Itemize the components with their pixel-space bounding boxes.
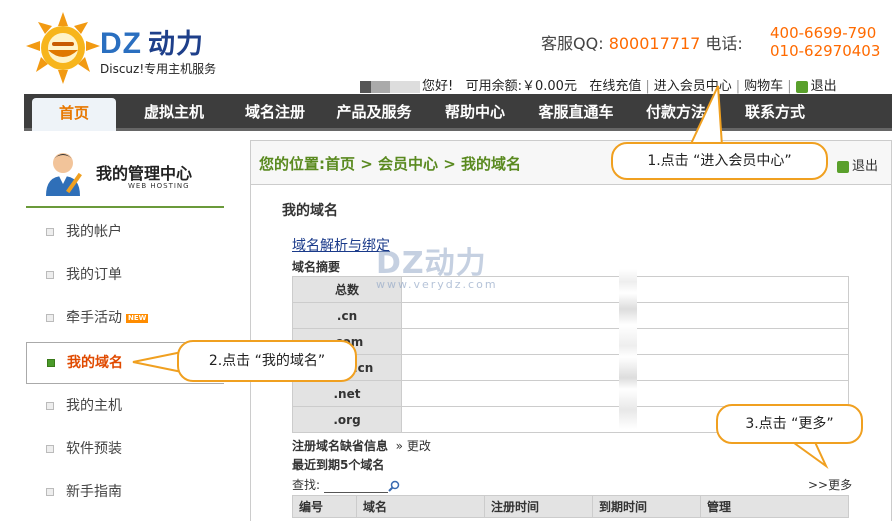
main-panel: 您的位置:首页 > 会员中心 > 我的域名 退出 我的域名 域名解析与绑定 域名… [250,140,892,521]
redacted-values [619,269,637,429]
qq-number: 800017717 [608,34,701,53]
summary-label: 域名摘要 [292,260,341,274]
brand-name[interactable]: DZ 动力 [100,22,204,61]
table-header-row: 编号 域名 注册时间 到期时间 管理 [292,495,849,518]
more-link[interactable]: >>更多 [808,476,852,493]
user-bar: 您好! 可用余额:￥0.00元 在线充值 | 进入会员中心 | 购物车 | 退出 [360,75,837,94]
link-cart[interactable]: 购物车 [744,79,783,94]
watermark-text: DZ动力 [376,246,487,281]
callout-step-1: 1.点击 “进入会员中心” [611,142,828,180]
bullet-icon [46,488,54,496]
search-input[interactable] [324,481,389,493]
sidebar-item-software[interactable]: 软件预装 [26,429,224,469]
bullet-icon [46,271,54,279]
sidebar-item-label: 牵手活动 NEW [66,298,149,338]
exit-icon[interactable] [795,80,808,93]
sidebar-item-label: 我的帐户 [66,224,122,240]
search-label: 查找: [292,478,321,492]
sun-logo-icon[interactable] [24,12,102,84]
watermark-url: www.verydz.com [376,278,498,291]
search-icon[interactable] [388,480,400,492]
callout-step-2: 2.点击 “我的域名” [177,340,357,382]
bullet-icon [47,359,55,367]
table-row: .cn [292,302,849,329]
qq-label: 客服QQ: [541,34,604,53]
link-recharge[interactable]: 在线充值 [589,79,641,94]
col-expire-date: 到期时间 [592,495,701,518]
summary-key: .cn [292,302,402,329]
table-row: .com.cn [292,354,849,381]
phone-1: 400-6699-790 [770,24,877,42]
link-logout[interactable]: 退出 [811,79,837,94]
main-nav: 首页 虚拟主机 域名注册 产品及服务 帮助中心 客服直通车 付款方法 联系方式 [24,94,892,131]
reg-info-label: 注册域名缺省信息 [292,439,389,453]
nav-customer-service[interactable]: 客服直通车 [528,94,624,131]
panel-logout[interactable]: 退出 [837,155,878,174]
sidebar-item-label: 我的订单 [66,267,122,283]
col-reg-date: 注册时间 [484,495,593,518]
sidebar-item-orders[interactable]: 我的订单 [26,255,224,295]
link-member-center[interactable]: 进入会员中心 [654,79,732,94]
table-row: .com [292,328,849,355]
site-header: DZ 动力 Discuz!专用主机服务 客服QQ: 800017717 电话: 4… [0,0,895,94]
summary-key: .net [292,380,402,407]
breadcrumb: 您的位置:首页 > 会员中心 > 我的域名 [259,155,522,173]
sidebar-subtitle: WEB HOSTING [128,182,190,190]
col-id: 编号 [292,495,357,518]
activity-label: 牵手活动 [66,310,122,326]
phone-numbers: 400-6699-790 010-62970403 [770,24,880,60]
nav-virtual-host[interactable]: 虚拟主机 [132,94,216,131]
col-domain: 域名 [356,495,485,518]
sidebar-item-account[interactable]: 我的帐户 [26,212,224,252]
sidebar-item-label: 我的域名 [67,355,123,371]
phone-label: 电话: [705,34,743,53]
sidebar-item-guide[interactable]: 新手指南 [26,472,224,512]
nav-domain-register[interactable]: 域名注册 [232,94,318,131]
sidebar-header: 我的管理中心 WEB HOSTING [26,138,224,208]
username-redacted [360,80,420,93]
summary-key: .org [292,406,402,433]
reg-info: 注册域名缺省信息 » 更改 [292,437,431,454]
sidebar-item-label: 我的主机 [66,398,122,414]
sidebar-item-label: 新手指南 [66,484,122,500]
reg-info-change-link[interactable]: » 更改 [396,439,431,453]
user-avatar-icon [46,153,82,196]
sidebar: 我的管理中心 WEB HOSTING 我的帐户 我的订单 牵手活动 NEW 我的域… [26,138,224,521]
sidebar-item-my-hosts[interactable]: 我的主机 [26,386,224,426]
page-title: 我的域名 [282,203,338,219]
balance: 可用余额:￥0.00元 [465,79,577,94]
tagline: Discuz!专用主机服务 [100,62,217,76]
sidebar-item-activity[interactable]: 牵手活动 NEW [26,298,224,338]
domain-list-table: 编号 域名 注册时间 到期时间 管理 [292,495,849,518]
nav-help[interactable]: 帮助中心 [432,94,518,131]
bullet-icon [46,402,54,410]
recent-expiring-label: 最近到期5个域名 [292,458,385,472]
brand-cn: 动力 [148,29,204,59]
nav-home[interactable]: 首页 [32,98,116,131]
new-badge: NEW [126,313,149,323]
search-row: 查找: [292,476,400,493]
table-row: .net [292,380,849,407]
bullet-icon [46,228,54,236]
sidebar-item-label: 软件预装 [66,441,122,457]
exit-icon [837,160,849,173]
bullet-icon [46,445,54,453]
brand-latin: DZ [100,27,142,60]
bullet-icon [46,314,54,322]
phone-2: 010-62970403 [770,42,881,60]
nav-contact[interactable]: 联系方式 [732,94,818,131]
nav-payment[interactable]: 付款方法 [632,94,720,131]
logout-label: 退出 [852,159,879,174]
callout-step-3: 3.点击 “更多” [716,404,863,444]
col-manage: 管理 [700,495,849,518]
greeting: 您好! [422,79,454,94]
nav-products[interactable]: 产品及服务 [328,94,420,131]
sidebar-title: 我的管理中心 [96,164,193,183]
contact-qq: 客服QQ: 800017717 电话: [541,30,743,54]
